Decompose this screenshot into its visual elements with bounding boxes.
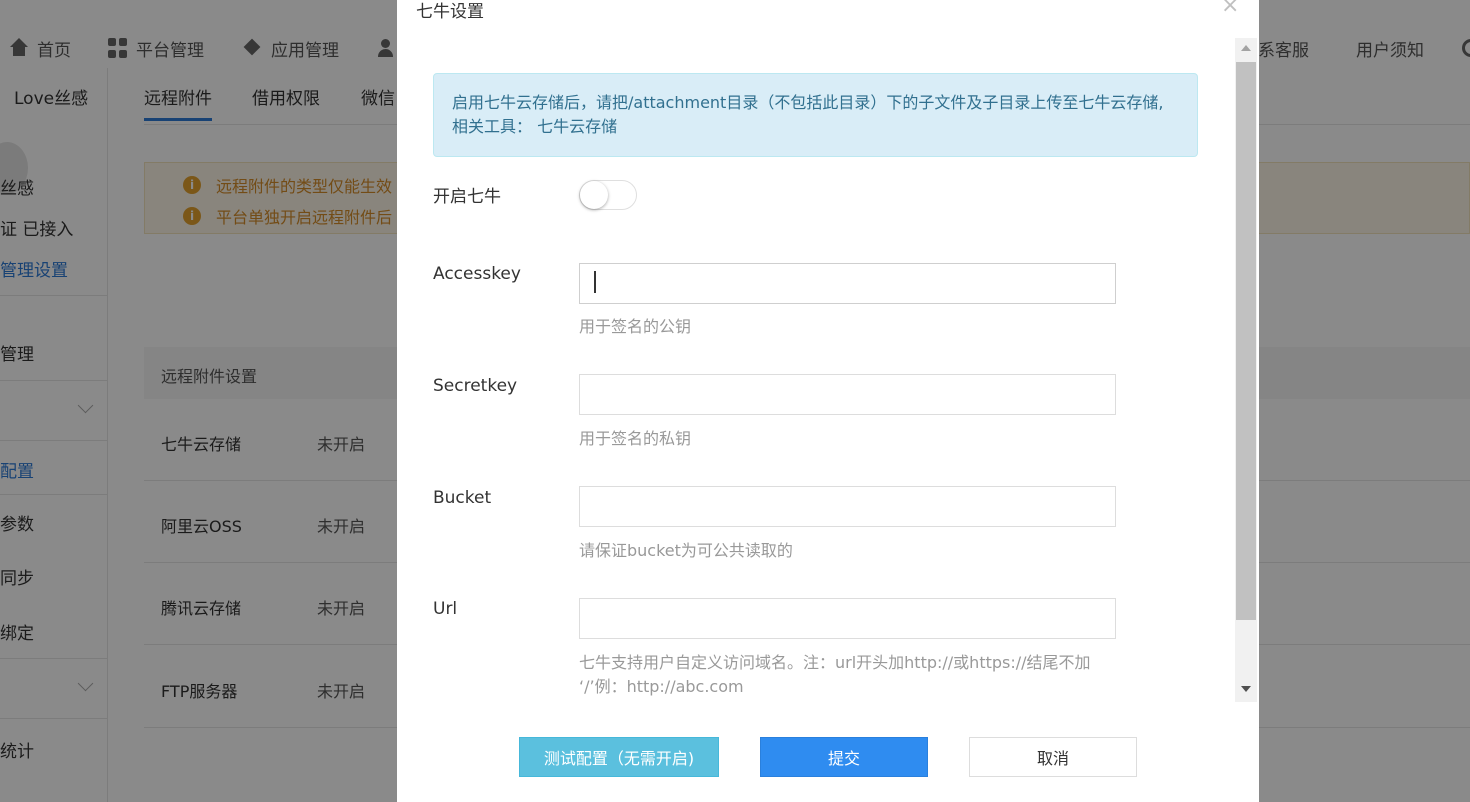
test-config-button[interactable]: 测试配置（无需开启): [519, 737, 719, 777]
modal-scrollbar[interactable]: [1235, 38, 1257, 702]
submit-button[interactable]: 提交: [760, 737, 928, 777]
url-label: Url: [433, 599, 458, 619]
secretkey-input[interactable]: [579, 374, 1116, 415]
scroll-down-icon[interactable]: [1241, 686, 1251, 692]
secretkey-label: Secretkey: [433, 376, 518, 396]
secretkey-help: 用于签名的私钥: [579, 429, 692, 448]
scrollbar-thumb[interactable]: [1236, 62, 1256, 620]
enable-qiniu-toggle[interactable]: [579, 180, 637, 210]
accesskey-help: 用于签名的公钥: [579, 317, 692, 336]
cancel-button[interactable]: 取消: [969, 737, 1137, 777]
modal-title: 七牛设置: [416, 2, 484, 22]
close-icon[interactable]: ×: [1221, 0, 1239, 17]
qiniu-settings-modal: 七牛设置 × 启用七牛云存储后，请把/attachment目录（不包括此目录）下…: [397, 0, 1259, 802]
url-input[interactable]: [579, 598, 1116, 639]
accesskey-label: Accesskey: [433, 264, 521, 284]
bucket-help: 请保证bucket为可公共读取的: [579, 541, 793, 560]
text-caret: [594, 271, 596, 293]
bucket-label: Bucket: [433, 488, 492, 508]
toggle-knob: [580, 181, 608, 209]
url-help: 七牛支持用户自定义访问域名。注：url开头加http://或https://结尾…: [579, 653, 1091, 696]
info-box: 启用七牛云存储后，请把/attachment目录（不包括此目录）下的子文件及子目…: [433, 73, 1198, 157]
modal-body: 启用七牛云存储后，请把/attachment目录（不包括此目录）下的子文件及子目…: [397, 38, 1259, 702]
enable-qiniu-label: 开启七牛: [433, 187, 501, 207]
accesskey-input[interactable]: [579, 263, 1116, 304]
scroll-up-icon[interactable]: [1241, 45, 1251, 51]
bucket-input[interactable]: [579, 486, 1116, 527]
